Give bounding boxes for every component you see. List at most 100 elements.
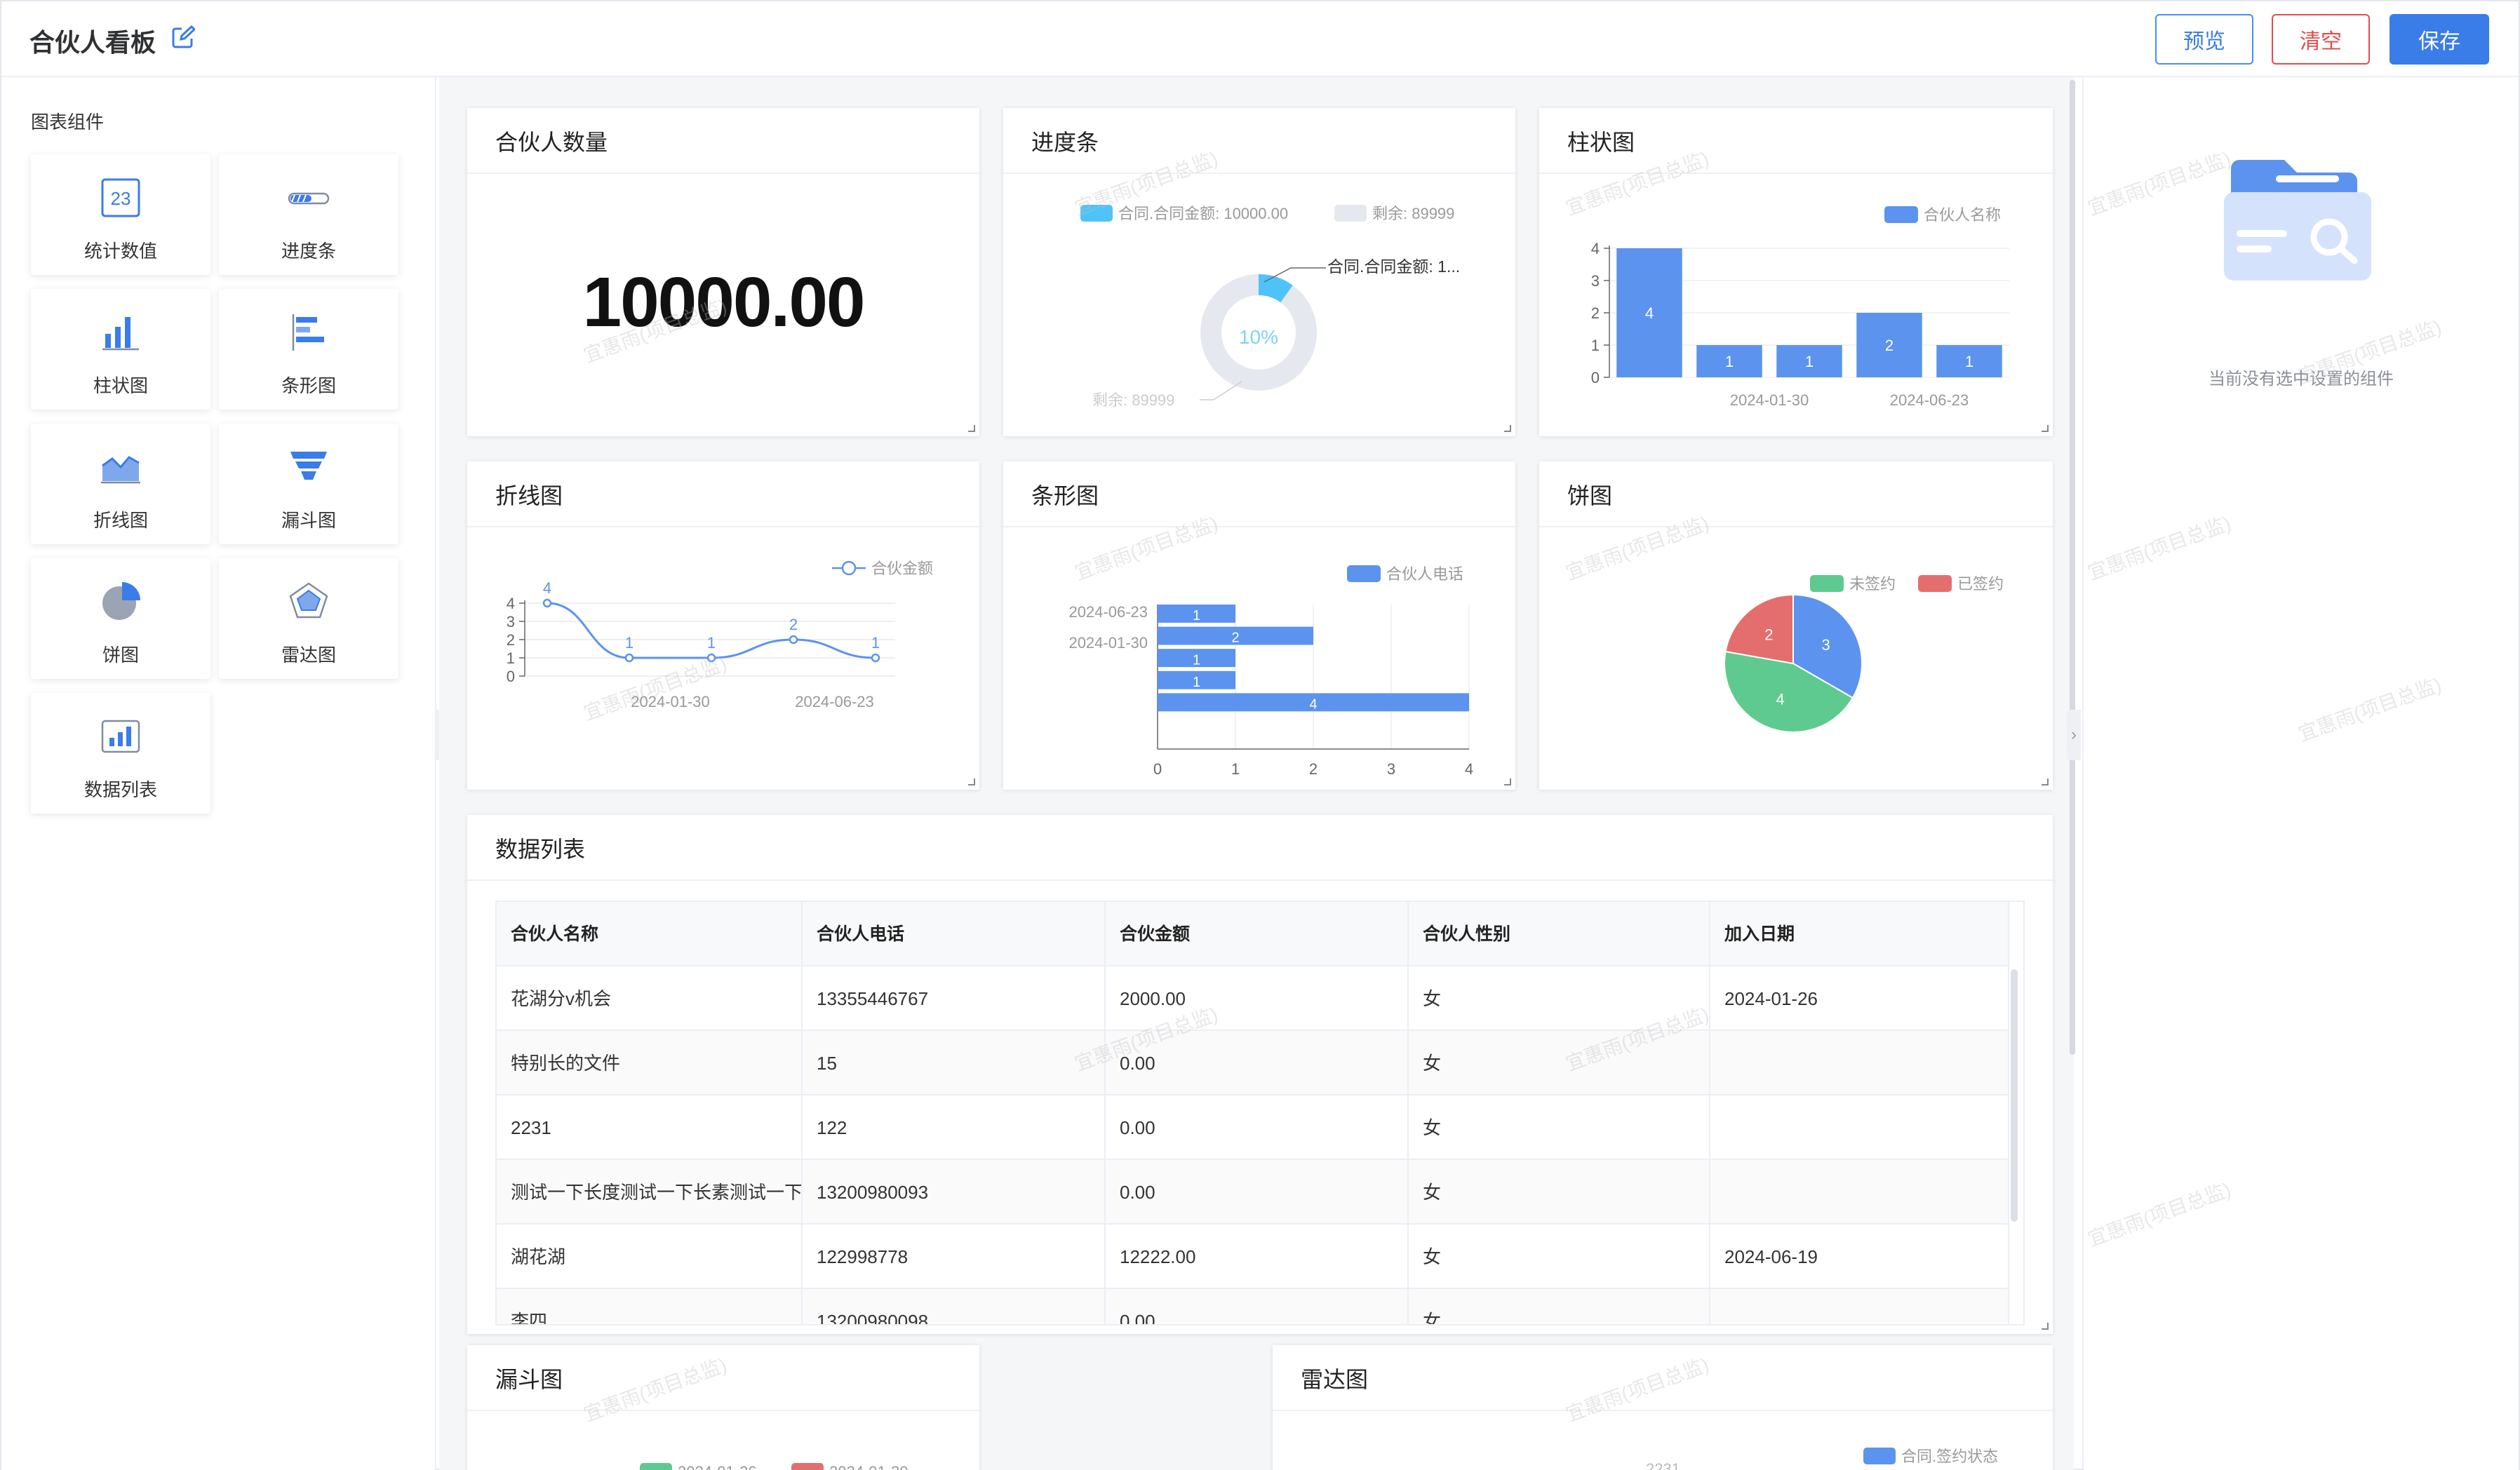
table-row[interactable]: 测试一下长度测试一下长素测试一下 13200980093 0.00 女	[497, 1160, 2009, 1225]
line-card[interactable]: 折线图 合伙金额 0 1 2 3 4 4 1 1 2 1 2024-01-30 2024-06-23	[467, 461, 979, 790]
edit-title-icon[interactable]	[171, 25, 196, 53]
table-cell: 0.00	[1106, 1160, 1409, 1225]
data-table: 合伙人名称 合伙人电话 合伙金额 合伙人性别 加入日期 花湖分v机会 13355446767…	[495, 901, 2025, 1326]
legend-label-done: 合同.合同金额: 10000.00	[1118, 205, 1288, 222]
bar-value-label: 1	[1193, 608, 1200, 623]
canvas-scrollbar[interactable]	[2070, 80, 2075, 1055]
component-radar[interactable]: 雷达图	[219, 558, 398, 679]
legend-swatch	[1884, 206, 1918, 223]
legend-label: 2024-01-26	[678, 1463, 757, 1470]
table-cell	[1710, 1095, 2009, 1160]
table-row[interactable]: 特别长的文件 15 0.00 女	[497, 1031, 2009, 1095]
bar-value-label: 4	[1645, 304, 1654, 322]
stat-card[interactable]: 合伙人数量 10000.00	[467, 108, 979, 436]
component-label: 进度条	[281, 241, 336, 262]
line-point	[542, 598, 552, 608]
table-cell: 女	[1409, 1160, 1710, 1225]
line-point	[871, 653, 880, 663]
radar-legend: 2231 合同.签约状态	[1646, 1448, 1998, 1470]
component-stat-number[interactable]: 23 统计数值	[31, 154, 210, 275]
top-header: 合伙人看板 预览 清空 保存	[1, 1, 2519, 77]
y-tick-label: 2	[507, 631, 515, 649]
stat-number-icon: 23	[101, 178, 140, 217]
save-button[interactable]: 保存	[2390, 14, 2489, 65]
component-progress[interactable]: 进度条	[219, 154, 398, 275]
hbar-card[interactable]: 条形图 合伙人电话 0 1 2 3 4 1 2 1 1 4 2024-06-23 2024-01-30	[1003, 461, 1515, 790]
component-label: 折线图	[93, 510, 148, 531]
table-cell: 13200980098	[803, 1289, 1106, 1324]
bar-card[interactable]: 柱状图 合伙人名称 0 1 2 3 4 4 1 1 2 1 2024-01-30 2024-06-23	[1539, 108, 2053, 436]
point-label: 1	[871, 634, 880, 652]
hbar-chart: 合伙人电话 0 1 2 3 4 1 2 1 1 4 2024-06-23 2024-01-30	[1068, 565, 1473, 778]
table-row[interactable]: 花湖分v机会 13355446767 2000.00 女 2024-01-26	[497, 966, 2009, 1031]
table-cell: 0.00	[1106, 1031, 1409, 1095]
table-cell: 女	[1409, 1225, 1710, 1289]
table-row[interactable]: 湖花湖 122998778 12222.00 女 2024-06-19	[497, 1225, 2009, 1289]
legend-label: 合同.签约状态	[1901, 1448, 1998, 1465]
table-header-cell: 合伙金额	[1106, 902, 1409, 966]
watermark: 宜惠雨(项目总监)	[2084, 1178, 2234, 1250]
pie-slice	[1724, 593, 1794, 665]
component-hbar[interactable]: 条形图	[219, 289, 398, 410]
x-tick-label: 4	[1465, 760, 1473, 778]
x-tick-label: 3	[1387, 760, 1395, 778]
resize-handle[interactable]	[2042, 425, 2049, 432]
table-cell: 0.00	[1106, 1095, 1409, 1160]
radar-card[interactable]: 雷达图 2231 合同.签约状态	[1273, 1345, 2053, 1470]
table-scrollbar[interactable]	[2011, 969, 2018, 1222]
data-list-card[interactable]: 数据列表 合伙人名称 合伙人电话 合伙金额 合伙人性别 加入日期 花湖分v机会 133554…	[467, 815, 2053, 1334]
component-funnel[interactable]: 漏斗图	[219, 424, 398, 544]
resize-handle[interactable]	[2042, 778, 2049, 785]
progress-card[interactable]: 进度条 合同.合同金额: 10000.00 剩余: 89999 10% 合同.合…	[1003, 108, 1515, 436]
legend-marker	[841, 560, 857, 576]
table-cell: 2000.00	[1106, 966, 1409, 1031]
pie-card[interactable]: 饼图 未签约 已签约 3 4 2	[1539, 461, 2053, 790]
component-line[interactable]: 折线图	[31, 424, 210, 544]
table-header-cell: 合伙人名称	[497, 902, 803, 966]
component-bar[interactable]: 柱状图	[31, 289, 210, 410]
preview-button[interactable]: 预览	[2155, 14, 2253, 65]
card-divider	[467, 879, 2053, 881]
slice-label: 2	[1764, 626, 1773, 644]
table-cell	[1710, 1160, 2009, 1225]
collapse-right-panel-button[interactable]: ›	[2067, 710, 2081, 760]
bar-value-label: 1	[1805, 353, 1814, 370]
clear-button[interactable]: 清空	[2272, 14, 2370, 65]
table-cell: 2024-06-19	[1710, 1225, 2009, 1289]
resize-handle[interactable]	[2042, 1323, 2049, 1330]
card-title: 合伙人数量	[495, 130, 608, 155]
empty-state-text: 当前没有选中设置的组件	[2209, 370, 2394, 389]
page-title: 合伙人看板	[29, 28, 156, 57]
y-tick-label: 0	[507, 668, 515, 685]
table-cell: 湖花湖	[497, 1225, 803, 1289]
component-pie[interactable]: 饼图	[31, 558, 210, 679]
resize-handle[interactable]	[968, 778, 975, 785]
funnel-card[interactable]: 漏斗图 2024-01-26 2024-01-30	[467, 1345, 979, 1470]
component-label: 雷达图	[281, 645, 336, 666]
component-label: 条形图	[281, 375, 336, 396]
table-row[interactable]: 李四 13200980098 0.00 女	[497, 1289, 2009, 1324]
table-cell: 122	[803, 1095, 1106, 1160]
settings-panel: 当前没有选中设置的组件 宜惠雨(项目总监) 宜惠雨(项目总监) 宜惠雨(项目总监…	[2082, 77, 2519, 1470]
table-cell: 特别长的文件	[497, 1031, 803, 1095]
component-label: 柱状图	[93, 375, 148, 396]
point-label: 4	[543, 579, 551, 597]
legend-label: 未签约	[1849, 575, 1896, 593]
bar-value-label: 1	[1965, 353, 1973, 370]
legend-swatch	[1863, 1448, 1896, 1464]
watermark: 宜惠雨(项目总监)	[2084, 147, 2234, 220]
resize-handle[interactable]	[1504, 425, 1511, 432]
radar-axis-label: 2231	[1646, 1460, 1680, 1470]
progress-callout: 合同.合同金额: 1...	[1327, 257, 1460, 276]
resize-handle[interactable]	[968, 425, 975, 432]
table-header-cell: 合伙人电话	[803, 902, 1106, 966]
component-label: 漏斗图	[281, 510, 336, 531]
resize-handle[interactable]	[1504, 778, 1511, 785]
legend-label: 已签约	[1957, 575, 2004, 593]
legend-swatch	[1347, 565, 1381, 582]
table-row[interactable]: 2231 122 0.00 女	[497, 1095, 2009, 1160]
pie-chart: 未签约 已签约 3 4 2	[1724, 575, 2004, 733]
line-chart: 合伙金额0123441 1212024-01-30 2024-06-23	[507, 560, 933, 710]
component-data-list[interactable]: 数据列表	[31, 693, 210, 814]
legend-label-rest: 剩余: 89999	[1372, 205, 1454, 222]
